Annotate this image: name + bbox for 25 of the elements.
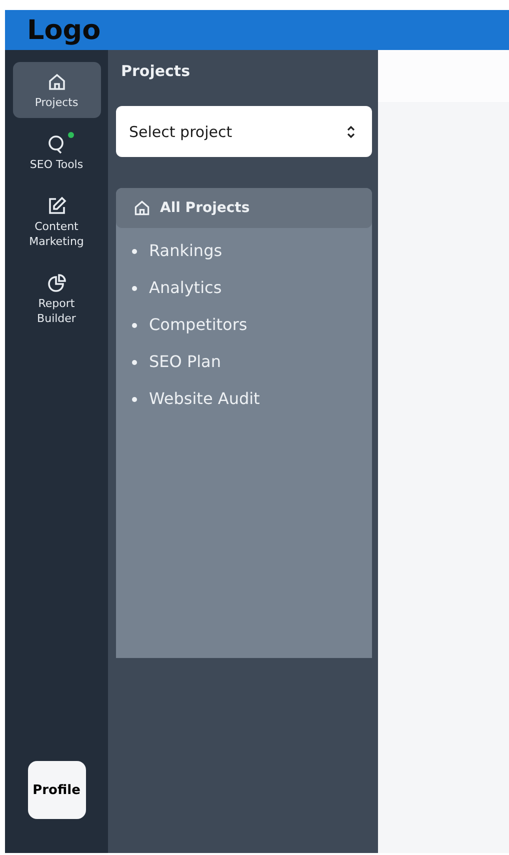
bullet-icon <box>132 248 137 254</box>
logo[interactable]: Logo <box>27 14 101 46</box>
profile-button[interactable]: Profile <box>28 761 86 819</box>
bullet-icon <box>132 286 137 290</box>
all-projects-header[interactable]: All Projects <box>116 188 372 228</box>
home-icon <box>133 199 151 217</box>
nav-item[interactable]: Projects <box>12 62 100 118</box>
search-icon <box>46 134 66 154</box>
project-link[interactable]: SEO Plan <box>130 351 372 373</box>
edit-icon <box>46 196 66 216</box>
project-link[interactable]: Rankings <box>130 240 372 262</box>
home-icon <box>46 72 66 92</box>
chevron-up-down-icon <box>346 124 356 138</box>
project-link[interactable]: Competitors <box>130 314 372 336</box>
nav-item[interactable]: SEO Tools <box>12 124 100 180</box>
nav-item[interactable]: Content Marketing <box>12 186 100 257</box>
nav-item[interactable]: Report Builder <box>12 263 100 334</box>
panel-title: Projects <box>121 62 192 80</box>
project-link[interactable]: Analytics <box>130 277 372 299</box>
pie-chart-icon <box>46 273 66 293</box>
bullet-icon <box>132 396 137 402</box>
bullet-icon <box>132 360 137 364</box>
project-select[interactable]: Select project <box>116 106 372 157</box>
project-link[interactable]: Website Audit <box>130 388 372 410</box>
bullet-icon <box>132 322 137 328</box>
